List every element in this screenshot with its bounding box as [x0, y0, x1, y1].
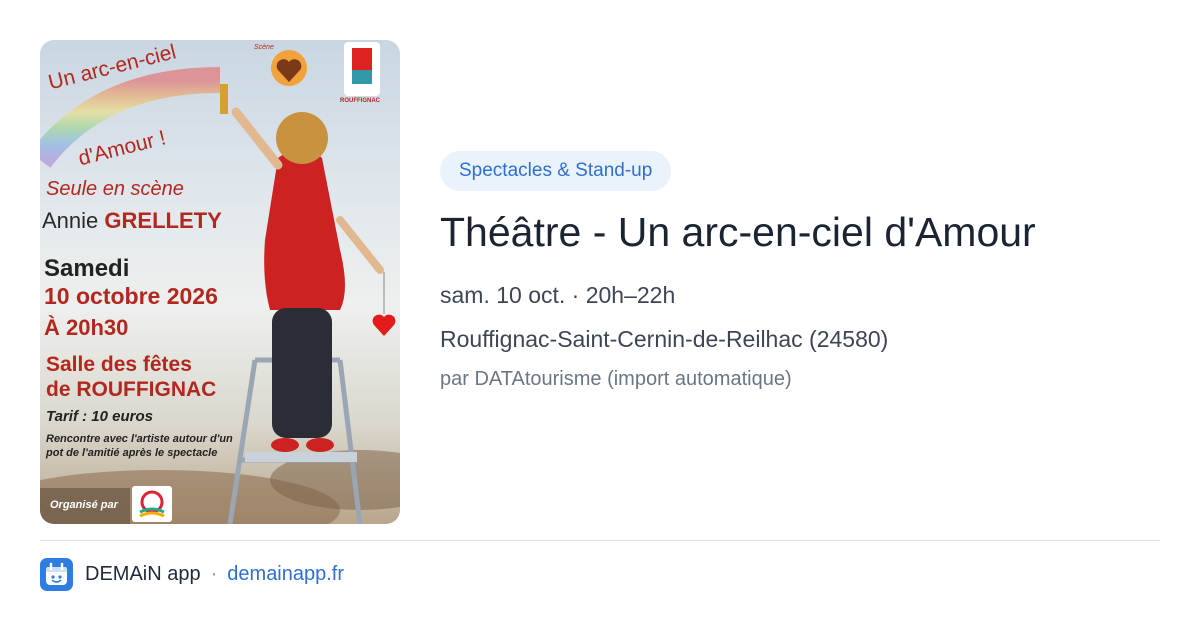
poster-time: À 20h30: [44, 315, 129, 340]
poster-scene-logo-text: Scène: [254, 44, 274, 51]
footer-separator: ·: [210, 563, 218, 585]
poster-meeting-note: Rencontre avec l'artiste autour d'un pot…: [46, 433, 233, 459]
event-info: Spectacles & Stand-up Théâtre - Un arc-e…: [440, 151, 1160, 393]
footer-divider: [40, 540, 1160, 541]
poster-artist-first: Annie: [42, 208, 99, 233]
event-title: Théâtre - Un arc-en-ciel d'Amour: [440, 209, 1036, 255]
poster-venue-line2: de ROUFFIGNAC: [46, 378, 217, 401]
poster-artist-last: GRELLETY: [104, 208, 222, 233]
demain-app-icon: [40, 558, 73, 591]
poster-venue-line1: Salle des fêtes: [46, 353, 192, 376]
event-poster-image: Un arc-en-ciel d'Amour ! Seule en scène …: [40, 40, 400, 524]
category-badge[interactable]: Spectacles & Stand-up: [440, 151, 672, 191]
poster-organizer-label: Organisé par: [50, 499, 118, 511]
footer: DEMAiN app · demainapp.fr: [40, 558, 344, 591]
event-location: Rouffignac-Saint-Cernin-de-Reilhac (2458…: [440, 326, 889, 352]
poster-artist: Annie GRELLETY: [42, 208, 222, 234]
app-name: DEMAiN app: [85, 563, 201, 585]
website-link[interactable]: demainapp.fr: [227, 563, 344, 586]
poster-day: Samedi: [44, 255, 130, 282]
poster-subtitle: Seule en scène: [46, 178, 184, 200]
poster-price: Tarif : 10 euros: [46, 408, 153, 425]
poster-date: 10 octobre 2026: [44, 283, 218, 309]
event-datetime: sam. 10 oct. · 20h–22h: [440, 282, 676, 308]
poster-rouffignac-logo-text: ROUFFIGNAC: [340, 98, 380, 104]
event-source: par DATAtourisme (import automatique): [440, 368, 792, 390]
